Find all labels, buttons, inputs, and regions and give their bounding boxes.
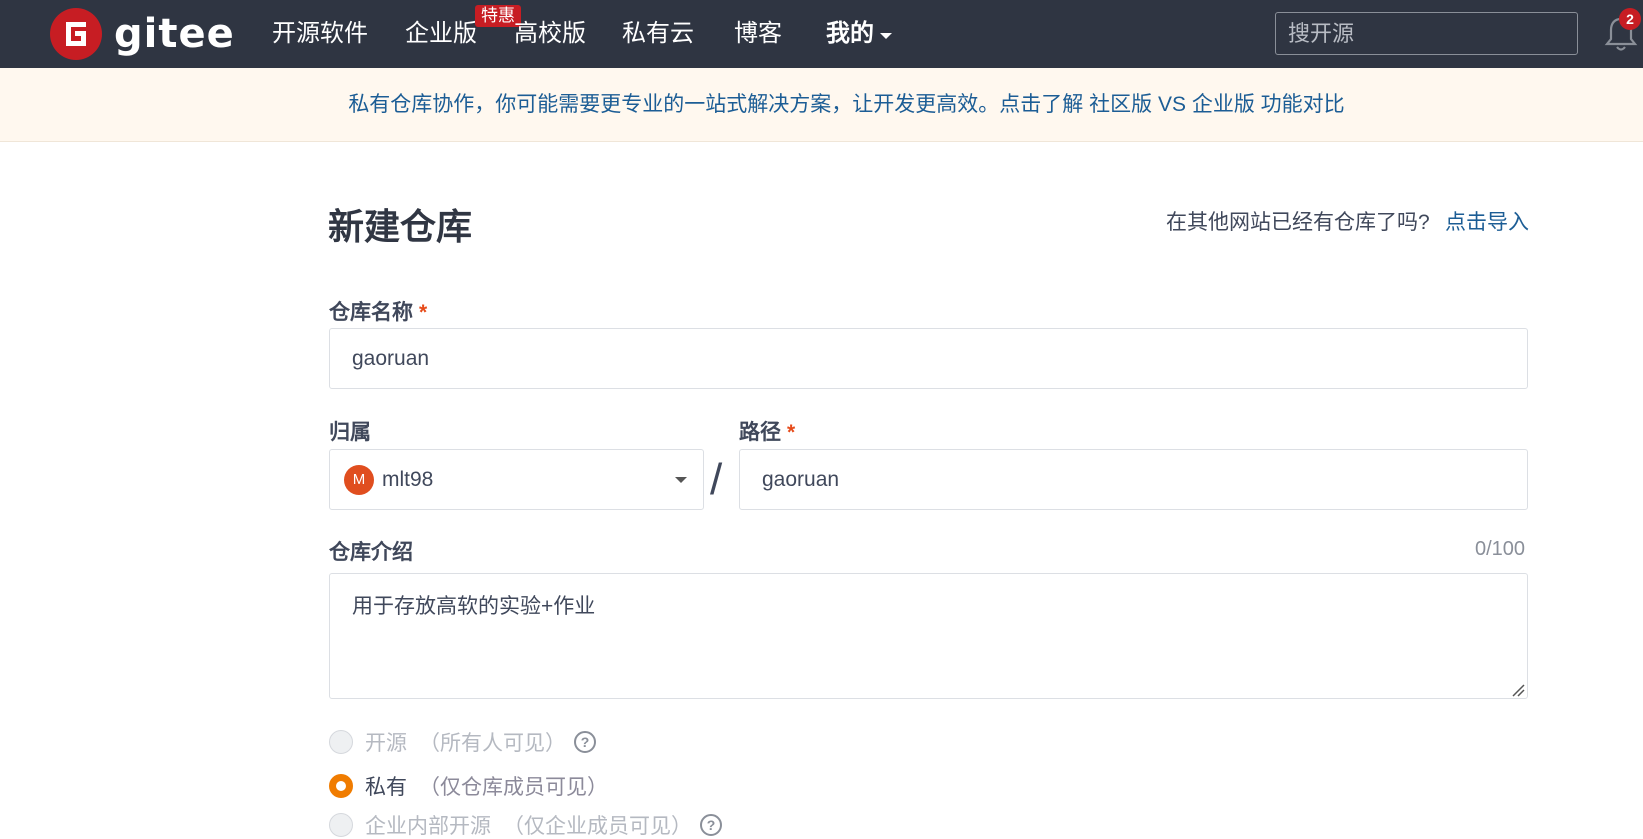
gitee-logo-icon bbox=[50, 8, 102, 60]
description-label: 仓库介绍 bbox=[329, 541, 413, 564]
description-textarea[interactable]: 用于存放高软的实验+作业 bbox=[329, 573, 1528, 699]
description-char-counter: 0/100 bbox=[1475, 538, 1526, 560]
visibility-hint: （仅企业成员可见） bbox=[503, 815, 692, 838]
repo-name-input[interactable] bbox=[329, 328, 1528, 389]
import-link[interactable]: 点击导入 bbox=[1445, 206, 1529, 236]
path-label: 路径 * bbox=[739, 416, 795, 446]
nav-item-university[interactable]: 高校版 bbox=[514, 18, 586, 50]
help-icon[interactable]: ? bbox=[574, 731, 596, 753]
visibility-option-internal[interactable]: 企业内部开源 （仅企业成员可见） ? bbox=[329, 810, 722, 839]
visibility-label: 开源 bbox=[365, 732, 407, 755]
top-navigation-bar: gitee 开源软件 企业版 特惠 高校版 私有云 博客 我的 2 bbox=[0, 0, 1643, 68]
nav-item-mine-label: 我的 bbox=[826, 20, 874, 47]
nav-item-open-source[interactable]: 开源软件 bbox=[272, 18, 368, 50]
visibility-label: 私有 bbox=[365, 776, 407, 799]
gitee-logo-text: gitee bbox=[114, 11, 235, 57]
required-mark: * bbox=[419, 301, 428, 324]
visibility-label: 企业内部开源 bbox=[365, 815, 491, 838]
nav-item-private-cloud[interactable]: 私有云 bbox=[622, 18, 694, 50]
help-icon[interactable]: ? bbox=[700, 814, 722, 836]
owner-select-value: mlt98 bbox=[382, 467, 434, 491]
avatar: M bbox=[344, 464, 374, 495]
repo-name-label-text: 仓库名称 bbox=[329, 301, 413, 324]
nav-item-enterprise[interactable]: 企业版 bbox=[405, 18, 477, 50]
nav-item-mine[interactable]: 我的 bbox=[826, 18, 892, 50]
owner-label: 归属 bbox=[329, 421, 371, 444]
promo-banner: 私有仓库协作，你可能需要更专业的一站式解决方案，让开发更高效。点击了解 社区版 … bbox=[0, 68, 1643, 142]
chevron-down-icon bbox=[880, 33, 892, 39]
resize-handle-icon[interactable] bbox=[1511, 683, 1525, 697]
radio-public[interactable] bbox=[329, 730, 353, 754]
path-label-text: 路径 bbox=[739, 421, 781, 444]
visibility-option-private[interactable]: 私有 （仅仓库成员可见） bbox=[329, 771, 608, 801]
promo-banner-link[interactable]: 私有仓库协作，你可能需要更专业的一站式解决方案，让开发更高效。点击了解 社区版 … bbox=[348, 90, 1344, 120]
nav-item-blog[interactable]: 博客 bbox=[734, 18, 782, 50]
search-input[interactable] bbox=[1275, 12, 1578, 55]
radio-internal[interactable] bbox=[329, 813, 353, 837]
page-title: 新建仓库 bbox=[328, 206, 473, 247]
visibility-hint: （仅仓库成员可见） bbox=[419, 776, 608, 799]
owner-select[interactable]: M mlt98 bbox=[329, 449, 704, 510]
path-input[interactable] bbox=[739, 449, 1528, 510]
visibility-option-public[interactable]: 开源 （所有人可见） ? bbox=[329, 727, 596, 757]
visibility-hint: （所有人可见） bbox=[419, 732, 566, 755]
chevron-down-icon bbox=[675, 477, 687, 483]
path-separator: / bbox=[710, 455, 723, 504]
import-question: 在其他网站已经有仓库了吗? bbox=[1166, 211, 1430, 234]
gitee-logo[interactable]: gitee bbox=[50, 8, 235, 60]
notification-count-badge: 2 bbox=[1619, 8, 1641, 30]
repo-name-label: 仓库名称 * bbox=[329, 296, 427, 326]
required-mark: * bbox=[787, 421, 796, 444]
radio-private[interactable] bbox=[329, 774, 353, 798]
